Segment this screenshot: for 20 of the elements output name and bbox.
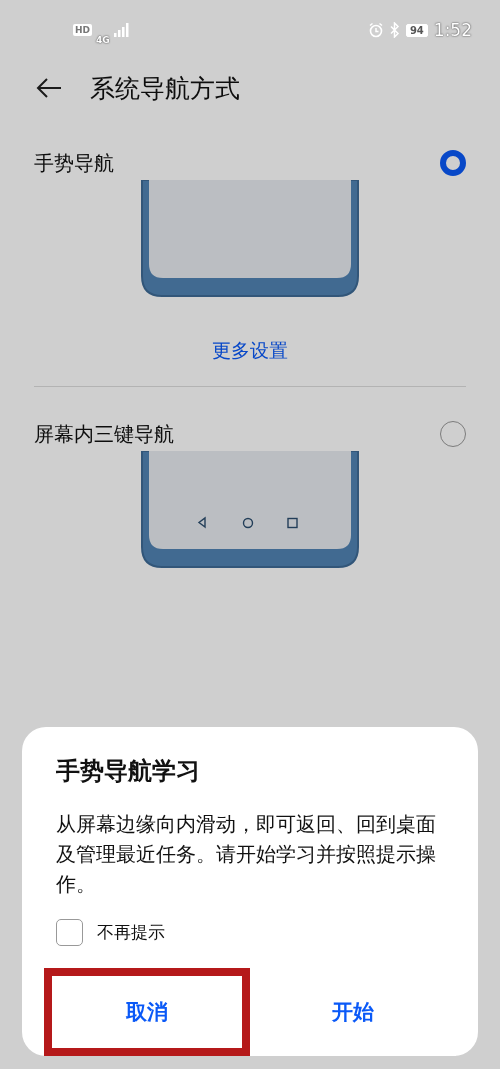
alarm-clock-icon — [367, 22, 384, 38]
signal-icon — [113, 23, 130, 37]
page-title: 系统导航方式 — [90, 72, 240, 105]
navigation-keys-icon — [197, 516, 298, 529]
hd-icon: HD — [73, 24, 92, 36]
more-settings-link[interactable]: 更多设置 — [212, 338, 288, 364]
radio-button[interactable] — [440, 150, 466, 176]
option-label: 屏幕内三键导航 — [34, 420, 174, 448]
network-type: 4G — [96, 35, 110, 45]
option-label: 手势导航 — [34, 149, 114, 177]
checkbox-label: 不再提示 — [97, 921, 165, 944]
battery-level: 94 — [405, 23, 428, 37]
dialog-message: 从屏幕边缘向内滑动，即可返回、回到桌面及管理最近任务。请开始学习并按照提示操作。 — [56, 811, 437, 898]
dialog-button[interactable]: 取消 — [44, 968, 250, 1056]
dialog-title: 手势导航学习 — [56, 756, 201, 787]
clock-time: 1:52 — [433, 20, 472, 40]
back-button[interactable] — [36, 77, 62, 99]
checkbox[interactable] — [56, 919, 83, 946]
radio-button[interactable] — [440, 421, 466, 447]
bluetooth-icon — [389, 22, 400, 38]
